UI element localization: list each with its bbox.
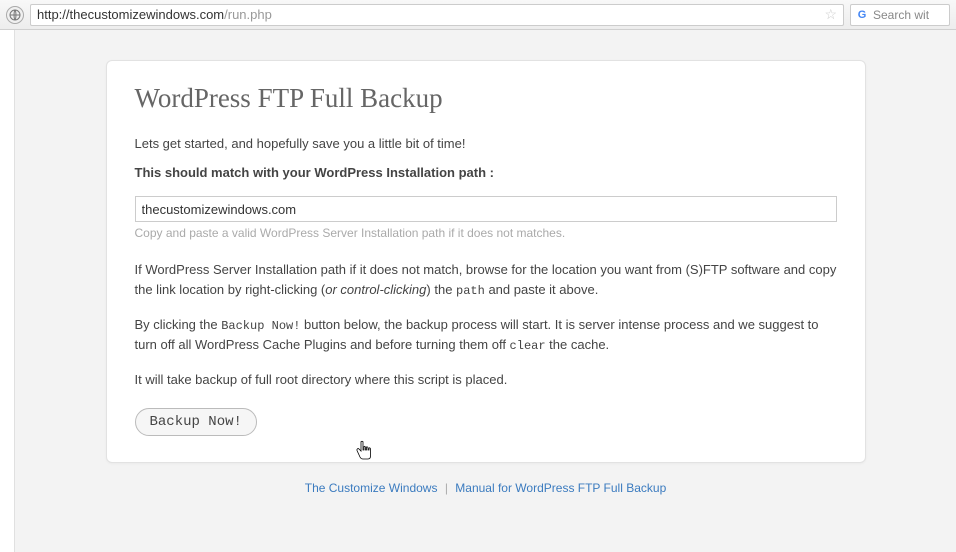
footer-link-manual[interactable]: Manual for WordPress FTP Full Backup xyxy=(455,481,666,495)
para-2: By clicking the Backup Now! button below… xyxy=(135,315,837,356)
google-icon: G xyxy=(855,8,869,22)
browser-toolbar: http://thecustomizewindows.com/run.php ☆… xyxy=(0,0,956,30)
footer-link-customize[interactable]: The Customize Windows xyxy=(305,481,438,495)
content-card: WordPress FTP Full Backup Lets get start… xyxy=(106,60,866,463)
search-box[interactable]: G Search wit xyxy=(850,4,950,26)
para-3: It will take backup of full root directo… xyxy=(135,370,837,390)
page-title: WordPress FTP Full Backup xyxy=(135,83,837,114)
backup-now-button[interactable]: Backup Now! xyxy=(135,408,257,436)
para-1: If WordPress Server Installation path if… xyxy=(135,260,837,301)
path-hint: Copy and paste a valid WordPress Server … xyxy=(135,226,837,240)
intro-text: Lets get started, and hopefully save you… xyxy=(135,136,837,151)
star-icon[interactable]: ☆ xyxy=(824,6,837,23)
url-domain: http://thecustomizewindows.com xyxy=(37,7,224,22)
footer-links: The Customize Windows | Manual for WordP… xyxy=(15,481,956,495)
url-path: /run.php xyxy=(224,7,272,22)
page-area: WordPress FTP Full Backup Lets get start… xyxy=(14,30,956,552)
search-placeholder: Search wit xyxy=(873,8,929,22)
match-label: This should match with your WordPress In… xyxy=(135,165,837,180)
globe-icon xyxy=(6,6,24,24)
footer-separator: | xyxy=(445,481,448,495)
path-input[interactable] xyxy=(135,196,837,222)
url-bar[interactable]: http://thecustomizewindows.com/run.php ☆ xyxy=(30,4,844,26)
